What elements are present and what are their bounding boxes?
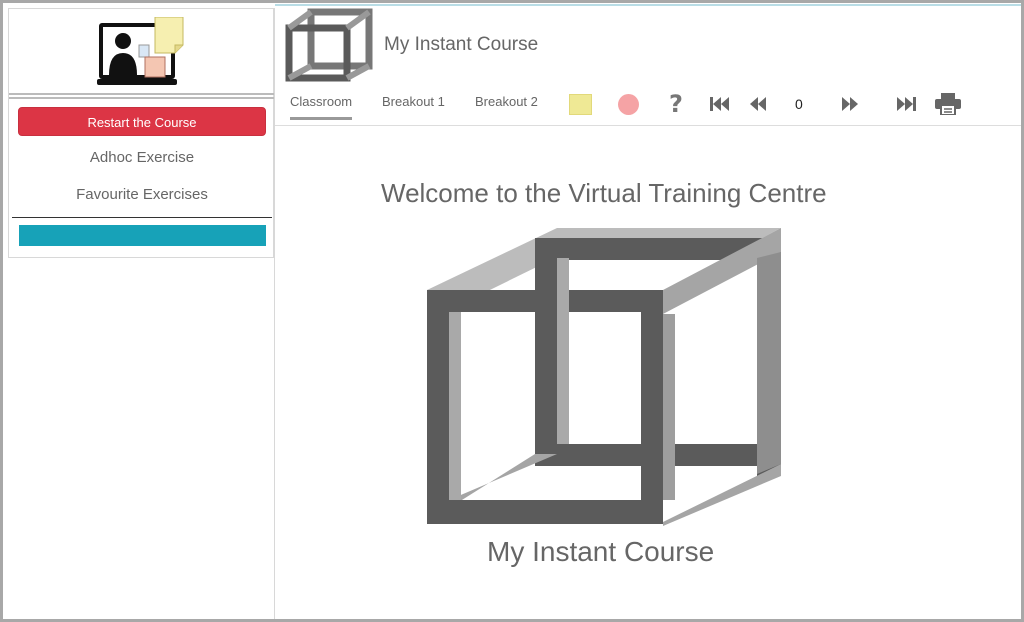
course-title: My Instant Course	[384, 34, 539, 55]
first-icon[interactable]	[706, 92, 732, 116]
sidebar: Restart the Course Adhoc Exercise Favour…	[8, 8, 275, 619]
header-accent-line	[275, 4, 1021, 6]
restart-course-button[interactable]: Restart the Course	[18, 107, 266, 136]
next-icon[interactable]	[837, 92, 863, 116]
previous-icon[interactable]	[745, 92, 771, 116]
tab-breakout-2[interactable]: Breakout 2	[475, 94, 538, 109]
help-icon[interactable]: ?	[663, 90, 689, 118]
cube-logo-icon	[285, 8, 375, 87]
favourite-exercises-link[interactable]: Favourite Exercises	[9, 186, 275, 203]
progress-bar	[19, 225, 266, 246]
impossible-cube-image	[427, 228, 783, 531]
course-name-caption: My Instant Course	[487, 536, 715, 567]
page-counter: 0	[795, 96, 803, 112]
last-icon[interactable]	[894, 92, 920, 116]
print-icon[interactable]	[935, 92, 961, 116]
tab-breakout-1[interactable]: Breakout 1	[382, 94, 445, 109]
sidebar-panel: Restart the Course Adhoc Exercise Favour…	[8, 8, 275, 259]
menu-panel: Restart the Course Adhoc Exercise Favour…	[9, 97, 275, 259]
trainer-logo-icon	[97, 17, 184, 85]
logo-area	[9, 9, 275, 95]
toolbar: Classroom Breakout 1 Breakout 2 ? 0	[275, 84, 1021, 126]
welcome-heading: Welcome to the Virtual Training Centre	[381, 178, 827, 208]
adhoc-exercise-link[interactable]: Adhoc Exercise	[9, 149, 275, 166]
tab-classroom[interactable]: Classroom	[290, 94, 353, 120]
divider	[12, 217, 272, 218]
yellow-note-icon[interactable]	[569, 94, 592, 115]
red-dot-icon[interactable]	[618, 94, 639, 115]
